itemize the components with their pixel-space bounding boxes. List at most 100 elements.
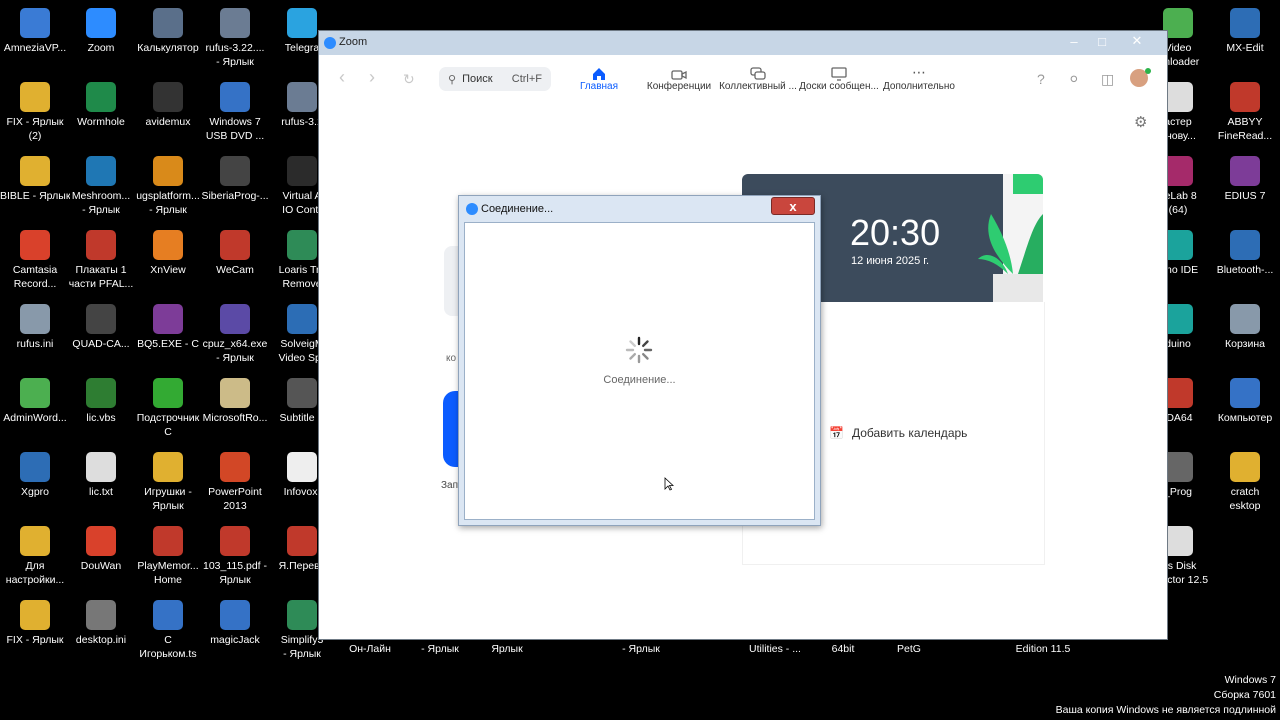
back-arrow-icon[interactable]: ‹ (339, 67, 345, 88)
app-icon (220, 230, 250, 260)
desktop-icon[interactable]: Калькулятор (133, 4, 203, 55)
desktop-icon[interactable]: QUAD-CA... (66, 300, 136, 351)
desktop-icon-label: desktop.ini (75, 634, 127, 646)
desktop-icon[interactable]: AmneziaVP... (0, 4, 70, 55)
desktop-icon[interactable]: 103_115.pdf - Ярлык (200, 522, 270, 587)
desktop-icon-label: (2) (28, 130, 42, 142)
tab-more[interactable]: ⋯ Дополнительно (881, 63, 957, 92)
desktop-icon[interactable]: Плакаты 1 части PFAL... (66, 226, 136, 291)
app-icon (20, 378, 50, 408)
bell-icon[interactable]: ⚪ (1068, 71, 1080, 88)
forward-arrow-icon[interactable]: › (369, 67, 375, 88)
history-icon[interactable]: ↻ (403, 71, 415, 88)
desktop-icon[interactable]: PowerPoint 2013 (200, 448, 270, 513)
tab-home[interactable]: Главная (574, 63, 624, 92)
desktop-icon-label[interactable]: Utilities - ... (740, 642, 810, 656)
desktop-icon[interactable]: lic.vbs (66, 374, 136, 425)
close-window-button[interactable]: ✕ (1122, 31, 1152, 51)
desktop-icon[interactable]: avidemux (133, 78, 203, 129)
desktop-icon[interactable]: WeCam (200, 226, 270, 277)
app-icon (220, 526, 250, 556)
desktop-icon-label: C (164, 426, 172, 438)
tab-team-chat[interactable]: Коллективный ... (719, 63, 797, 92)
minimize-button[interactable]: – (1059, 31, 1089, 51)
desktop-icon[interactable]: FIX - Ярлык (2) (0, 78, 70, 143)
add-calendar-button[interactable]: 📅 Добавить календарь (829, 426, 967, 440)
desktop-icon-label[interactable]: Edition 11.5 (1008, 642, 1078, 656)
panel-toggle-icon[interactable]: ◫ (1101, 71, 1114, 88)
maximize-button[interactable]: □ (1087, 31, 1117, 51)
desktop-icon-label[interactable]: - Ярлык (606, 642, 676, 656)
desktop-icon[interactable]: EDIUS 7 (1210, 152, 1280, 203)
desktop-icon-label: Home (153, 574, 182, 586)
app-icon (20, 304, 50, 334)
desktop-icon-label: Zoom (87, 42, 115, 54)
desktop-icon[interactable]: Корзина (1210, 300, 1280, 351)
desktop-icon[interactable]: AdminWord... (0, 374, 70, 425)
zoom-logo-icon (324, 37, 336, 49)
app-icon (86, 526, 116, 556)
app-icon (86, 82, 116, 112)
desktop-icon[interactable]: Camtasia Record... (0, 226, 70, 291)
desktop-icon[interactable]: cpuz_x64.exe - Ярлык (200, 300, 270, 365)
search-box[interactable]: ⚲ Поиск Ctrl+F (439, 67, 551, 91)
desktop-icon[interactable]: FIX - Ярлык (0, 596, 70, 647)
help-icon[interactable]: ? (1037, 71, 1045, 87)
desktop-icon-label: C (164, 634, 172, 646)
search-label: Поиск (462, 73, 493, 85)
desktop-icon[interactable]: Meshroom... - Ярлык (66, 152, 136, 217)
desktop-icon-label[interactable]: - Ярлык (405, 642, 475, 656)
tab-whiteboards-label: Доски сообщен... (799, 81, 879, 92)
app-icon (153, 156, 183, 186)
desktop-icon[interactable]: Zoom (66, 4, 136, 55)
desktop-icon[interactable]: Игрушки - Ярлык (133, 448, 203, 513)
desktop-icon[interactable]: MX-Edit (1210, 4, 1280, 55)
desktop-icon[interactable]: ABBYY FineRead... (1210, 78, 1280, 143)
desktop-icon[interactable]: Компьютер (1210, 374, 1280, 425)
calendar-icon: 📅 (829, 426, 844, 440)
desktop-icon[interactable]: magicJack (200, 596, 270, 647)
app-icon (220, 452, 250, 482)
desktop-icon[interactable]: BIBLE - Ярлык (0, 152, 70, 203)
tab-meetings[interactable]: Конференции (644, 63, 714, 92)
desktop-icon[interactable]: SiberiaProg-... (200, 152, 270, 203)
desktop-icon[interactable]: PlayMemor... Home (133, 522, 203, 587)
desktop-icon-label: USB DVD ... (205, 130, 265, 142)
desktop-icon[interactable]: DouWan (66, 522, 136, 573)
desktop-icon[interactable]: lic.txt (66, 448, 136, 499)
app-icon (287, 82, 317, 112)
app-icon (20, 8, 50, 38)
app-icon (1230, 82, 1260, 112)
desktop-icon[interactable]: desktop.ini (66, 596, 136, 647)
desktop-icon[interactable]: Xgpro (0, 448, 70, 499)
desktop-icon-label[interactable]: 64bit (808, 642, 878, 656)
desktop-icon-label[interactable]: PetG (874, 642, 944, 656)
app-icon (153, 452, 183, 482)
settings-gear-icon[interactable]: ⚙ (1134, 113, 1147, 131)
tab-whiteboards[interactable]: Доски сообщен... (799, 63, 879, 92)
zoom-titlebar[interactable]: Zoom – □ ✕ (319, 31, 1167, 55)
chat-icon (719, 63, 797, 81)
desktop-icon-label: PowerPoint (208, 486, 262, 498)
app-icon (220, 378, 250, 408)
desktop-icon[interactable]: Wormhole (66, 78, 136, 129)
desktop-icon[interactable]: cratch esktop (1210, 448, 1280, 513)
desktop-icon[interactable]: Windows 7 USB DVD ... (200, 78, 270, 143)
desktop-icon-label: MicrosoftRo... (202, 412, 268, 424)
desktop-icon[interactable]: Bluetooth-... (1210, 226, 1280, 277)
desktop-icon-label[interactable]: Он-Лайн (335, 642, 405, 656)
desktop-icon[interactable]: XnView (133, 226, 203, 277)
desktop-icon[interactable]: MicrosoftRo... (200, 374, 270, 425)
desktop-icon-label: 2013 (223, 500, 247, 512)
desktop-icon[interactable]: Подстрочник C (133, 374, 203, 439)
desktop-icon-label[interactable]: Ярлык (472, 642, 542, 656)
desktop-icon[interactable]: ugsplatform... - Ярлык (133, 152, 203, 217)
desktop-icon[interactable]: Для настройки... (0, 522, 70, 587)
desktop-icon[interactable]: C Игорьком.ts (133, 596, 203, 661)
desktop-icon[interactable]: BQ5.EXE - C (133, 300, 203, 351)
desktop-icon-label: AmneziaVP... (3, 42, 67, 54)
dialog-close-button[interactable]: x (771, 197, 815, 215)
desktop-icon[interactable]: rufus-3.22.... - Ярлык (200, 4, 270, 69)
desktop-icon[interactable]: rufus.ini (0, 300, 70, 351)
app-icon (1230, 156, 1260, 186)
